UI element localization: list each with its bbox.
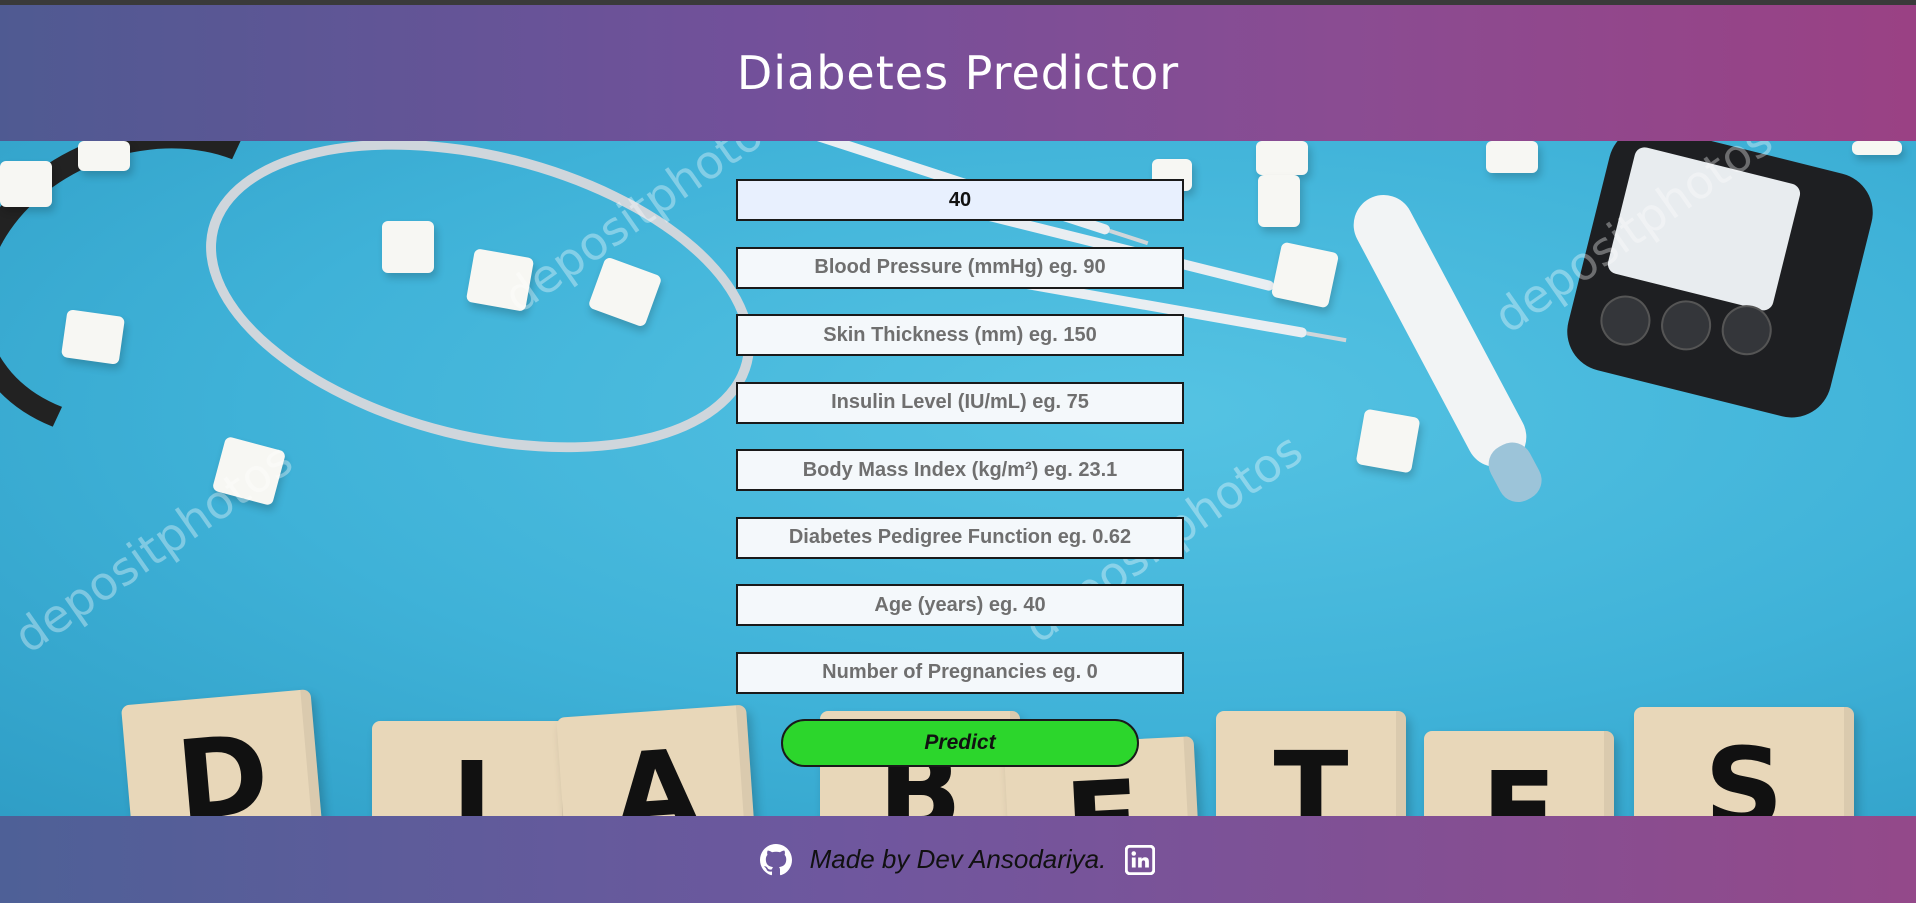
sugar-cube (1852, 141, 1902, 155)
letter-block: T (1216, 711, 1406, 816)
letter-block: E (1424, 731, 1614, 816)
page-header: Diabetes Predictor (0, 5, 1916, 141)
sugar-cube (78, 141, 130, 171)
predict-button[interactable]: Predict (781, 719, 1139, 767)
sugar-cube (1486, 141, 1538, 173)
sugar-cube (0, 161, 52, 207)
sugar-cube (382, 221, 434, 273)
sugar-cube (1355, 408, 1421, 474)
pregnancies-input[interactable] (736, 651, 1184, 694)
letter-block: S (1634, 707, 1854, 816)
sugar-cube (60, 309, 126, 365)
page-footer: Made by Dev Ansodariya. (0, 816, 1916, 903)
watermark-text: depositphotos (4, 432, 303, 664)
skin-thickness-input[interactable] (736, 314, 1184, 356)
insulin-level-input[interactable] (736, 381, 1184, 424)
sugar-cube (1258, 175, 1300, 227)
glucose-input[interactable] (736, 179, 1184, 221)
sugar-cube (1256, 141, 1308, 175)
pedigree-function-input[interactable] (736, 516, 1184, 559)
page-title: Diabetes Predictor (736, 46, 1180, 100)
prediction-form (736, 179, 1184, 719)
github-icon[interactable] (759, 843, 792, 876)
letter-block: A (556, 704, 758, 816)
linkedin-icon[interactable] (1124, 844, 1156, 876)
author-credit: Made by Dev Ansodariya. (809, 844, 1107, 874)
sugar-cube (1270, 241, 1340, 309)
age-input[interactable] (736, 584, 1184, 626)
blood-pressure-input[interactable] (736, 246, 1184, 289)
bmi-input[interactable] (736, 449, 1184, 491)
letter-block: I (372, 721, 572, 816)
letter-block: D (120, 689, 326, 816)
